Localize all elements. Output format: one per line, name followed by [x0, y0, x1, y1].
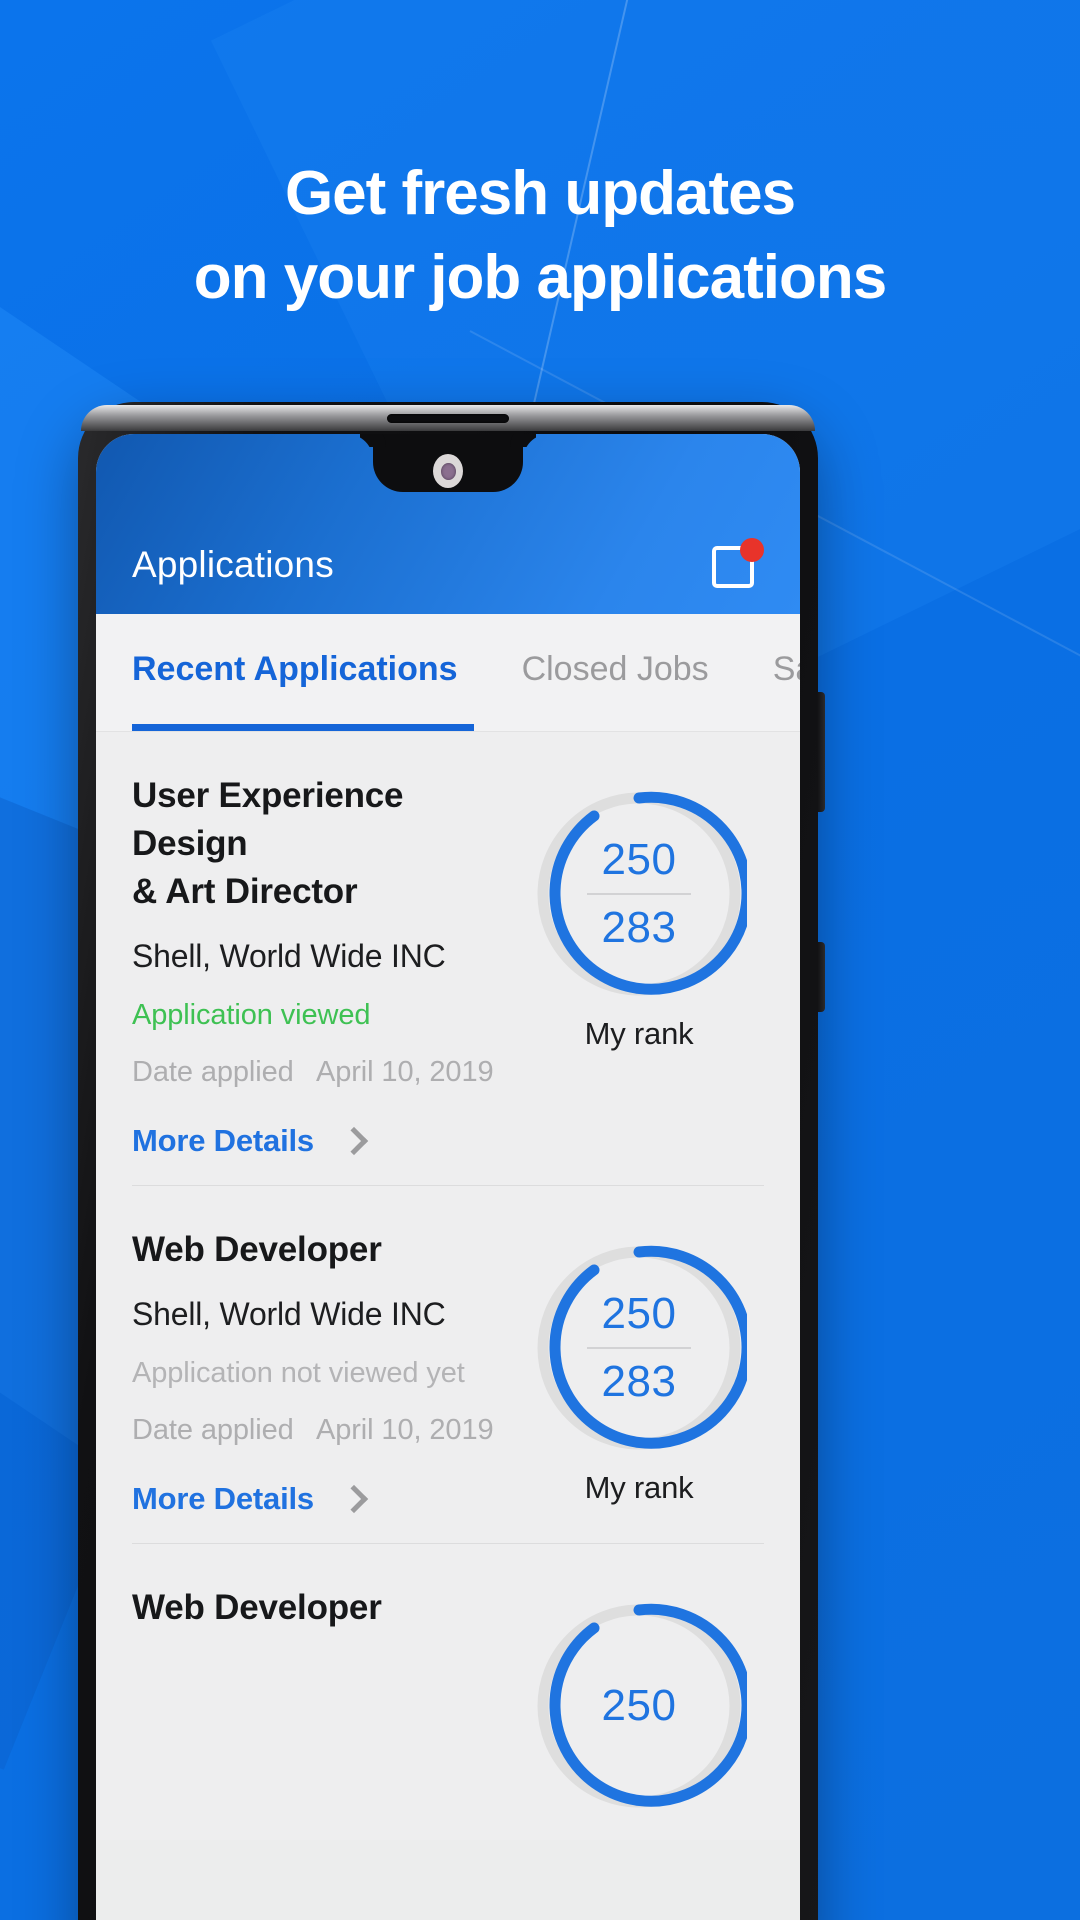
applications-list: User Experience Design & Art Director Sh… — [96, 732, 800, 1840]
job-title: User Experience Design & Art Director — [132, 772, 504, 916]
company-name: Shell, World Wide INC — [132, 938, 446, 974]
display-notch — [373, 434, 523, 492]
rank-gauge: 250 — [531, 1598, 747, 1814]
rank-value: 250 — [601, 1289, 677, 1338]
date-applied-label: Date applied — [132, 1414, 294, 1446]
job-title-line-2: & Art Director — [132, 872, 358, 911]
more-details-button[interactable]: More Details — [132, 1123, 504, 1159]
tab-recent-applications[interactable]: Recent Applications — [132, 650, 458, 695]
rank-values: 250 — [531, 1598, 747, 1814]
date-applied: Date applied April 10, 2019 — [132, 1414, 504, 1447]
rank-value: 250 — [601, 835, 677, 884]
rank-total: 283 — [601, 903, 677, 952]
volume-button[interactable] — [817, 692, 825, 812]
app-bar-row: Applications — [96, 538, 800, 592]
application-card[interactable]: Web Developer 250 — [96, 1544, 800, 1840]
phone-top-bezel — [81, 405, 815, 431]
job-title: Web Developer — [132, 1584, 504, 1632]
more-details-label: More Details — [132, 1123, 314, 1158]
promo-headline: Get fresh updates on your job applicatio… — [0, 152, 1080, 320]
date-applied-value: April 10, 2019 — [315, 1414, 494, 1446]
tab-closed-jobs[interactable]: Closed Jobs — [522, 650, 709, 695]
date-applied-label: Date applied — [132, 1056, 294, 1088]
application-info: Web Developer — [132, 1584, 514, 1814]
application-info: User Experience Design & Art Director Sh… — [132, 772, 514, 1159]
job-title-line-1: Web Developer — [132, 1588, 382, 1627]
application-card[interactable]: Web Developer Shell, World Wide INC Appl… — [96, 1186, 800, 1543]
rank-label: My rank — [584, 1470, 694, 1505]
rank-section: 250 283 My rank — [514, 1226, 764, 1517]
rank-section: 250 283 My rank — [514, 772, 764, 1159]
camera-lens — [440, 462, 456, 480]
date-applied-value: April 10, 2019 — [315, 1056, 494, 1088]
tab-saved[interactable]: Saved — [773, 650, 800, 695]
status-badge: Application not viewed yet — [132, 1357, 465, 1389]
job-title-line-1: Web Developer — [132, 1230, 382, 1269]
promo-headline-line-2: on your job applications — [193, 243, 887, 312]
rank-total: 283 — [601, 1357, 677, 1406]
job-title-line-1: User Experience Design — [132, 776, 404, 863]
date-applied: Date applied April 10, 2019 — [132, 1056, 504, 1089]
promo-headline-line-1: Get fresh updates — [284, 159, 796, 228]
company-name: Shell, World Wide INC — [132, 1296, 446, 1332]
chevron-right-icon — [339, 1484, 369, 1514]
rank-value: 250 — [601, 1681, 677, 1730]
notification-badge-dot — [740, 538, 764, 562]
earpiece-speaker — [387, 414, 509, 423]
phone-mockup: Applications Recent Applications Closed … — [78, 402, 825, 1920]
job-title: Web Developer — [132, 1226, 504, 1274]
rank-divider — [587, 1347, 691, 1349]
status-badge: Application viewed — [132, 999, 371, 1031]
rank-gauge: 250 283 — [531, 1240, 747, 1456]
rank-values: 250 283 — [531, 1240, 747, 1456]
rank-gauge: 250 283 — [531, 786, 747, 1002]
rank-label: My rank — [584, 1016, 694, 1051]
more-details-label: More Details — [132, 1481, 314, 1516]
more-details-button[interactable]: More Details — [132, 1481, 504, 1517]
phone-screen: Applications Recent Applications Closed … — [96, 434, 800, 1920]
front-camera-icon — [433, 454, 463, 488]
chevron-right-icon — [339, 1126, 369, 1156]
rank-section: 250 — [514, 1584, 764, 1814]
rank-values: 250 283 — [531, 786, 747, 1002]
application-info: Web Developer Shell, World Wide INC Appl… — [132, 1226, 514, 1517]
rank-divider — [587, 893, 691, 895]
notifications-button[interactable] — [710, 538, 764, 592]
active-tab-indicator — [132, 724, 474, 731]
application-card[interactable]: User Experience Design & Art Director Sh… — [96, 732, 800, 1185]
power-button[interactable] — [817, 942, 825, 1012]
tab-bar[interactable]: Recent Applications Closed Jobs Saved — [96, 614, 800, 732]
page-title: Applications — [132, 544, 334, 585]
